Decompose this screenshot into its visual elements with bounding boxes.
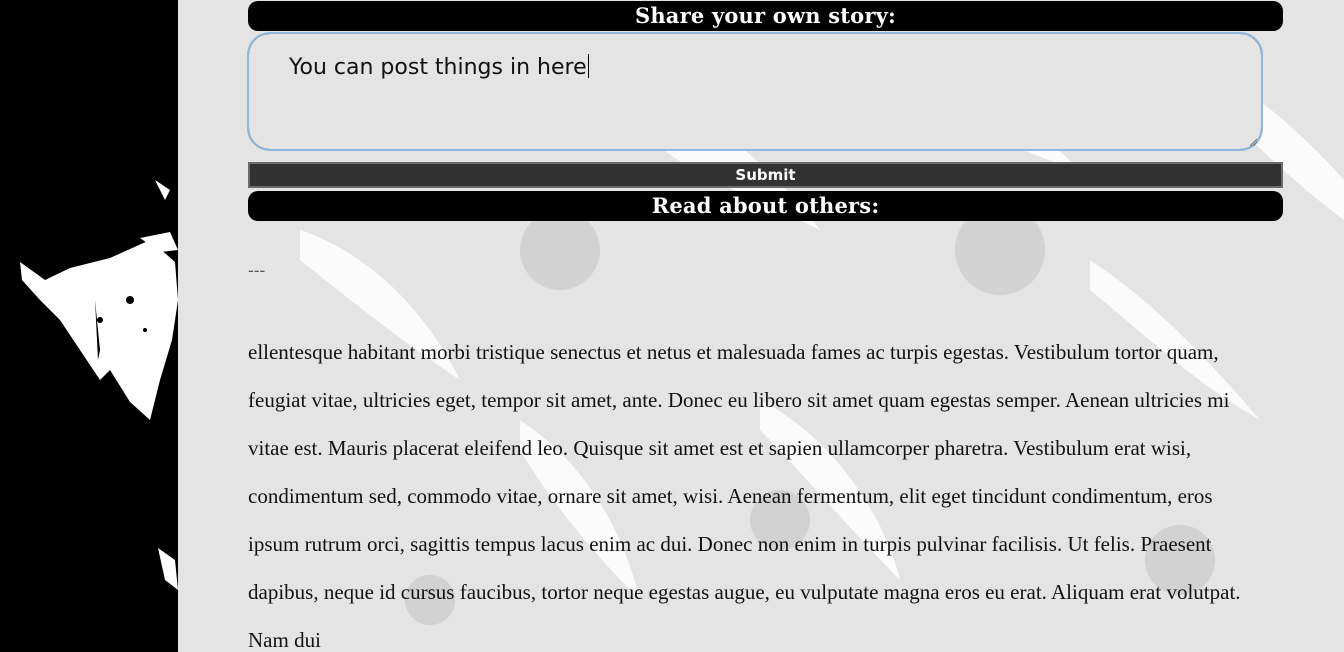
story-textarea-text: You can post things in here	[289, 55, 587, 80]
submit-button[interactable]: Submit	[248, 162, 1283, 188]
read-others-header: Read about others:	[248, 191, 1283, 221]
text-cursor	[587, 54, 589, 78]
main-content: Share your own story: You can post thing…	[247, 0, 1283, 652]
story-textarea[interactable]: You can post things in here	[247, 32, 1263, 151]
story-body-text: ellentesque habitant morbi tristique sen…	[248, 340, 1241, 652]
share-story-header: Share your own story:	[248, 1, 1283, 31]
story-divider: ---	[248, 261, 266, 280]
story-textarea-value[interactable]: You can post things in here	[289, 54, 589, 80]
left-decorative-panel	[0, 0, 178, 652]
resize-grip-icon[interactable]	[1249, 138, 1257, 146]
left-splatter-art	[20, 180, 178, 590]
